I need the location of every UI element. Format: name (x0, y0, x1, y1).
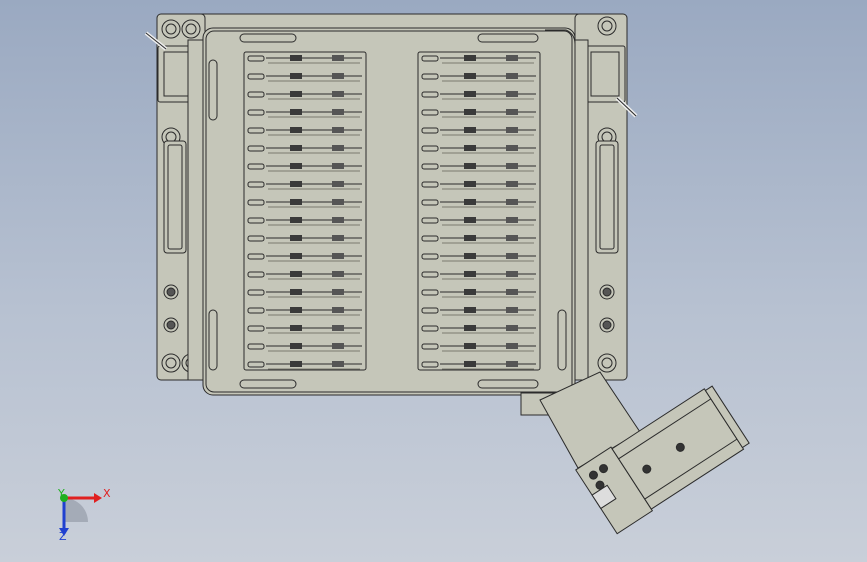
pocket-clip (290, 325, 302, 331)
pocket-clip (464, 253, 476, 259)
pocket-clip (290, 235, 302, 241)
pocket-clip (506, 73, 518, 79)
pocket-clip (332, 307, 344, 313)
bolt-hole (181, 19, 201, 39)
pocket-clip (332, 199, 344, 205)
pocket-clip (332, 55, 344, 61)
pocket-clip (290, 307, 302, 313)
pocket-clip (290, 361, 302, 367)
bolt-hole (161, 19, 181, 39)
main-tray (202, 27, 576, 396)
pocket-clip (464, 55, 476, 61)
pocket-clip (506, 307, 518, 313)
right-slot-guide (595, 140, 619, 254)
pocket-clip (332, 91, 344, 97)
pocket-clip (332, 343, 344, 349)
pocket-clip (506, 145, 518, 151)
pocket-clip (506, 109, 518, 115)
pocket-clip (332, 253, 344, 259)
pocket-clip (506, 199, 518, 205)
pocket-clip (464, 217, 476, 223)
pocket-clip (290, 163, 302, 169)
pocket-clip (290, 199, 302, 205)
pocket-clip (290, 181, 302, 187)
pocket-clip (332, 271, 344, 277)
pocket-clip (464, 271, 476, 277)
pocket-clip (290, 55, 302, 61)
pocket-clip (506, 163, 518, 169)
pocket-clip (464, 199, 476, 205)
pocket-clip (464, 361, 476, 367)
pocket-clip (506, 127, 518, 133)
pocket-clip (464, 73, 476, 79)
pocket-clip (464, 91, 476, 97)
screw-socket (166, 320, 176, 330)
pocket-clip (332, 289, 344, 295)
left-side-rail (187, 39, 205, 381)
pocket-clip (506, 217, 518, 223)
pocket-clip (290, 343, 302, 349)
pocket-clip (506, 343, 518, 349)
screw-socket (166, 287, 176, 297)
pocket-clip (290, 271, 302, 277)
pocket-clip (506, 181, 518, 187)
pocket-clip (290, 127, 302, 133)
z-axis-label: Z (59, 530, 67, 543)
pocket-clip (506, 55, 518, 61)
pocket-clip (332, 361, 344, 367)
left-slot-guide (163, 140, 187, 254)
cad-viewport[interactable]: X Y Z (0, 0, 867, 562)
pocket-clip (332, 217, 344, 223)
pocket-clip (464, 235, 476, 241)
pocket-clip (332, 235, 344, 241)
pocket-clip (464, 127, 476, 133)
x-axis-label: X (103, 487, 111, 500)
bolt-hole (597, 16, 617, 36)
tray-assembly-model[interactable] (0, 0, 867, 562)
pocket-clip (464, 289, 476, 295)
pocket-clip (506, 91, 518, 97)
pocket-clip (464, 325, 476, 331)
pocket-clip (290, 289, 302, 295)
pocket-clip (332, 73, 344, 79)
pocket-clip (464, 145, 476, 151)
screw-socket (602, 320, 612, 330)
pocket-clip (506, 325, 518, 331)
y-axis-label: Y (58, 487, 65, 500)
pocket-clip (332, 181, 344, 187)
pocket-clip (506, 361, 518, 367)
pocket-clip (464, 163, 476, 169)
pocket-clip (332, 163, 344, 169)
pocket-clip (332, 325, 344, 331)
pocket-clip (464, 109, 476, 115)
pocket-clip (290, 109, 302, 115)
pocket-clip (506, 235, 518, 241)
pocket-clip (290, 73, 302, 79)
pocket-clip (290, 145, 302, 151)
pocket-clip (506, 271, 518, 277)
screw-socket (602, 287, 612, 297)
bolt-hole (597, 353, 617, 373)
pocket-clip (464, 181, 476, 187)
pocket-clip (506, 289, 518, 295)
pocket-clip (506, 253, 518, 259)
pocket-clip (290, 217, 302, 223)
pocket-clip (332, 109, 344, 115)
bolt-hole (161, 353, 181, 373)
pocket-clip (332, 127, 344, 133)
pocket-clip (290, 91, 302, 97)
pocket-clip (464, 343, 476, 349)
pocket-clip (464, 307, 476, 313)
pocket-clip (290, 253, 302, 259)
pocket-clip (332, 145, 344, 151)
